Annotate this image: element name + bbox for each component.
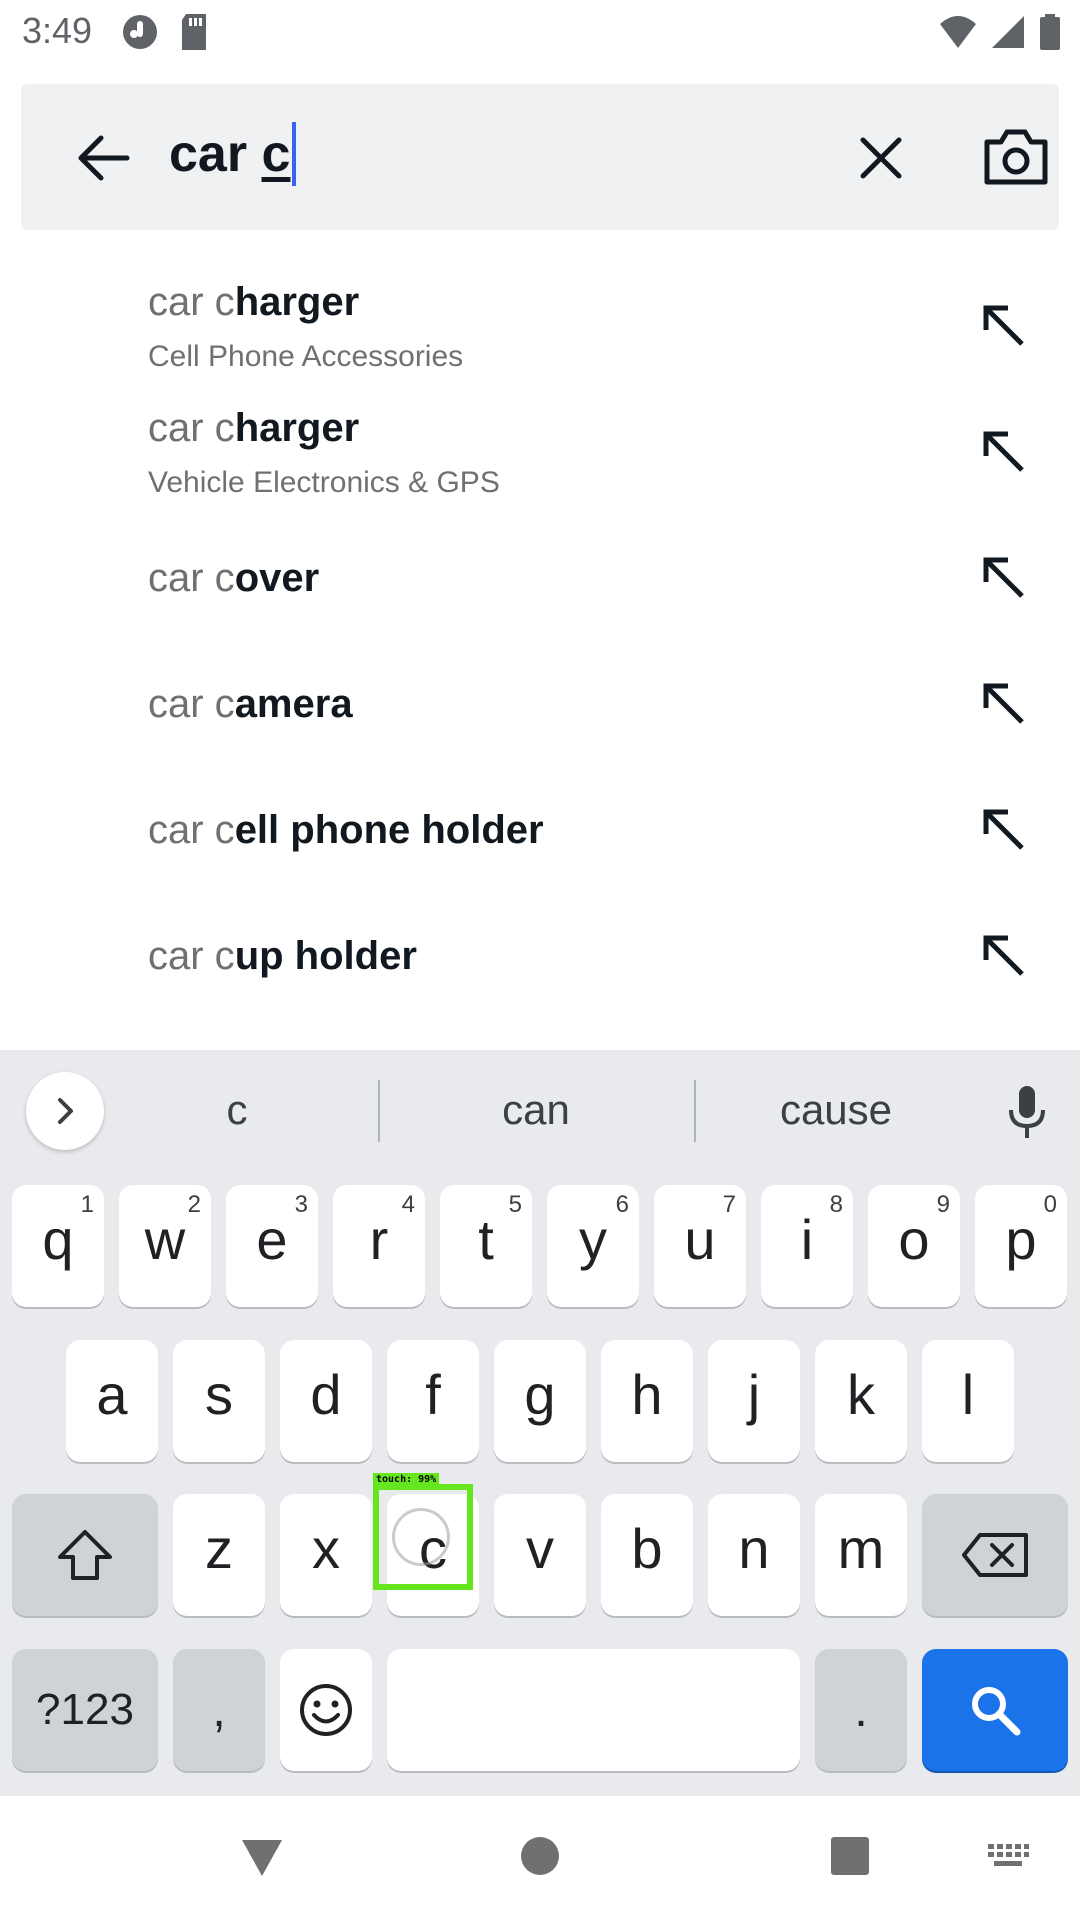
shift-arrow-icon [58,1530,112,1580]
suggestion-item[interactable]: car cover [0,512,1080,632]
suggestion-completion: harger [234,406,360,450]
fill-query-arrow-icon[interactable] [978,552,1028,602]
chevron-right-icon [58,1098,73,1124]
fill-query-arrow-icon[interactable] [978,930,1028,980]
close-icon [860,137,902,179]
key-n[interactable]: n [708,1494,800,1616]
key-w[interactable]: w2 [119,1185,211,1307]
suggestion-item[interactable]: car charger Vehicle Electronics & GPS [0,386,1080,506]
emoji-icon [300,1684,352,1736]
clear-search-button[interactable] [849,126,913,190]
touch-indicator-label: touch: 99% [373,1473,440,1487]
key-a[interactable]: a [66,1340,158,1462]
backspace-icon [962,1533,1028,1577]
suggestion-item[interactable]: car cell phone holder [0,764,1080,884]
app-notification-icon [120,12,160,57]
key-e[interactable]: e3 [226,1185,318,1307]
fill-query-arrow-icon[interactable] [978,300,1028,350]
key-k[interactable]: k [815,1340,907,1462]
microphone-icon[interactable] [1003,1084,1051,1140]
back-button[interactable] [71,126,135,190]
word-suggestion[interactable]: cause [716,1050,956,1170]
home-circle-icon[interactable] [520,1836,560,1876]
status-time: 3:49 [22,10,93,51]
sd-card-icon [178,12,210,57]
suggestion-completion: up holder [234,934,417,978]
suggestion-completion: ell phone holder [234,808,544,852]
word-suggestion[interactable]: c [130,1050,344,1170]
strip-divider [694,1080,696,1142]
search-input[interactable]: car c [169,122,297,186]
key-x[interactable]: x [280,1494,372,1616]
camera-search-button[interactable] [981,124,1051,190]
key-f[interactable]: f [387,1340,479,1462]
backspace-key[interactable] [922,1494,1068,1616]
back-triangle-icon[interactable] [238,1836,286,1880]
suggestion-category: Cell Phone Accessories [148,340,464,373]
search-query-typed: c [261,125,291,183]
key-j[interactable]: j [708,1340,800,1462]
suggestion-category: Vehicle Electronics & GPS [148,466,500,499]
suggestion-prefix: car c [148,406,235,450]
suggestion-item[interactable]: car camera [0,638,1080,758]
key-h[interactable]: h [601,1340,693,1462]
key-s[interactable]: s [173,1340,265,1462]
suggestion-completion: over [234,556,320,600]
symbols-key[interactable]: ?123 [12,1649,158,1771]
status-bar: 3:49 [0,0,1080,64]
navigation-bar [0,1796,1080,1920]
key-l[interactable]: l [922,1340,1014,1462]
shift-key[interactable] [12,1494,158,1616]
key-u[interactable]: u7 [654,1185,746,1307]
search-action-key[interactable] [922,1649,1068,1771]
recents-square-icon[interactable] [830,1836,870,1876]
key-q[interactable]: q1 [12,1185,104,1307]
touch-indicator-box [373,1484,473,1590]
emoji-key[interactable] [280,1649,372,1771]
key-m[interactable]: m [815,1494,907,1616]
word-suggestion[interactable]: can [400,1050,672,1170]
suggestion-item[interactable]: car charger Cell Phone Accessories [0,260,1080,380]
key-t[interactable]: t5 [440,1185,532,1307]
space-key[interactable] [387,1649,800,1771]
toolbar-expand-button[interactable] [26,1072,104,1150]
suggestion-prefix: car c [148,808,235,852]
arrow-left-icon [78,135,130,181]
battery-icon [1038,12,1062,57]
key-p[interactable]: p0 [975,1185,1067,1307]
search-bar: car c [21,84,1059,230]
key-z[interactable]: z [173,1494,265,1616]
key-y[interactable]: y6 [547,1185,639,1307]
text-cursor [292,122,297,186]
suggestion-prefix: car c [148,934,235,978]
comma-key[interactable]: , [173,1649,265,1771]
suggestion-item[interactable]: car cup holder [0,890,1080,1010]
suggestion-completion: amera [234,682,353,726]
key-o[interactable]: o9 [868,1185,960,1307]
fill-query-arrow-icon[interactable] [978,678,1028,728]
signal-icon [990,12,1026,57]
key-g[interactable]: g [494,1340,586,1462]
period-key[interactable]: . [815,1649,907,1771]
keyboard-suggestion-strip: c can cause [0,1050,1080,1170]
suggestion-prefix: car c [148,280,235,324]
wifi-icon [938,12,978,57]
search-query-prefix: car [169,125,262,183]
fill-query-arrow-icon[interactable] [978,426,1028,476]
key-r[interactable]: r4 [333,1185,425,1307]
suggestion-completion: harger [234,280,360,324]
strip-divider [378,1080,380,1142]
keyboard-switch-icon[interactable] [986,1842,1030,1872]
screen: 3:49 car c car charger Cell Phone Access… [0,0,1080,1920]
search-icon [972,1687,1021,1736]
fill-query-arrow-icon[interactable] [978,804,1028,854]
camera-icon [984,129,1048,185]
key-d[interactable]: d [280,1340,372,1462]
suggestion-prefix: car c [148,556,235,600]
key-v[interactable]: v [494,1494,586,1616]
key-i[interactable]: i8 [761,1185,853,1307]
key-b[interactable]: b [601,1494,693,1616]
suggestion-prefix: car c [148,682,235,726]
